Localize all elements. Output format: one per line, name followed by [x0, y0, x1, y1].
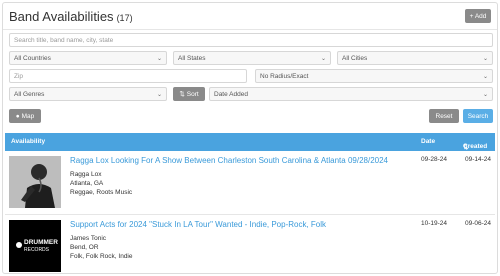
city-select-value: All Cities — [342, 54, 368, 62]
chevron-down-icon: ⌄ — [482, 74, 488, 80]
city-select[interactable]: All Cities ⌄ — [337, 51, 493, 65]
state-select[interactable]: All States ⌄ — [173, 51, 331, 65]
availability-title-link[interactable]: Support Acts for 2024 "Stuck In LA Tour"… — [70, 220, 326, 229]
created-date: 09-06-24 — [465, 220, 492, 227]
band-name: James Tonic — [70, 235, 107, 242]
map-marker-icon: ● — [15, 112, 20, 120]
band-availabilities-panel: Band Availabilities (17) + Add Search ti… — [2, 2, 498, 274]
band-location: Atlanta, GA — [70, 180, 104, 187]
col-date[interactable]: Date — [421, 138, 435, 145]
result-count: (17) — [116, 13, 133, 23]
band-location: Bend, OR — [70, 244, 99, 251]
page-header: Band Availabilities (17) — [9, 9, 133, 27]
table-row: Ragga Lox Looking For A Show Between Cha… — [5, 151, 495, 213]
search-input[interactable]: Search title, band name, city, state — [9, 33, 493, 47]
availability-date: 09-28-24 — [421, 156, 448, 163]
sort-by-select[interactable]: Date Added ⌄ — [209, 87, 493, 101]
table-header: Availability Date ⇅ Created — [5, 133, 495, 151]
chevron-down-icon: ⌄ — [482, 56, 488, 62]
chevron-down-icon: ⌄ — [482, 92, 488, 98]
country-select[interactable]: All Countries ⌄ — [9, 51, 167, 65]
availability-date: 10-19-24 — [421, 220, 448, 227]
availability-title-link[interactable]: Ragga Lox Looking For A Show Between Cha… — [70, 156, 388, 165]
sort-icon: ⇅ — [179, 91, 185, 98]
created-date: 09-14-24 — [465, 156, 492, 163]
map-label: Map — [21, 112, 35, 120]
svg-text:DRUMMER: DRUMMER — [24, 239, 58, 246]
radius-select[interactable]: No Radius/Exact ⌄ — [255, 69, 493, 83]
chevron-down-icon: ⌄ — [320, 56, 326, 62]
country-select-value: All Countries — [14, 54, 51, 62]
state-select-value: All States — [178, 54, 206, 62]
band-genres: Reggae, Roots Music — [70, 189, 133, 196]
band-genres: Folk, Folk Rock, Indie — [70, 253, 133, 260]
col-created-label: Created — [463, 143, 488, 150]
radius-select-value: No Radius/Exact — [260, 72, 309, 80]
chevron-down-icon: ⌄ — [156, 92, 162, 98]
genre-select[interactable]: All Genres ⌄ — [9, 87, 167, 101]
col-availability[interactable]: Availability — [11, 138, 45, 145]
band-logo[interactable]: DRUMMER RECORDS — [9, 220, 61, 272]
zip-input[interactable]: Zip — [9, 69, 247, 83]
add-button[interactable]: + Add — [465, 9, 491, 23]
sort-direction-button[interactable]: ⇅ Sort — [173, 87, 205, 101]
reset-button[interactable]: Reset — [429, 109, 459, 123]
search-button[interactable]: Search — [463, 109, 493, 123]
drummer-records-logo: DRUMMER RECORDS — [9, 220, 61, 272]
band-name: Ragga Lox — [70, 171, 102, 178]
page-title: Band Availabilities — [9, 9, 114, 24]
map-button[interactable]: ● Map — [9, 109, 41, 123]
band-photo[interactable] — [9, 156, 61, 208]
table-row: DRUMMER RECORDS Support Acts for 2024 "S… — [5, 215, 495, 273]
sort-by-value: Date Added — [214, 90, 248, 98]
sort-label: Sort — [186, 90, 199, 98]
chevron-down-icon: ⌄ — [156, 56, 162, 62]
svg-text:RECORDS: RECORDS — [24, 247, 50, 253]
header-divider — [3, 29, 497, 30]
genre-select-value: All Genres — [14, 90, 45, 98]
